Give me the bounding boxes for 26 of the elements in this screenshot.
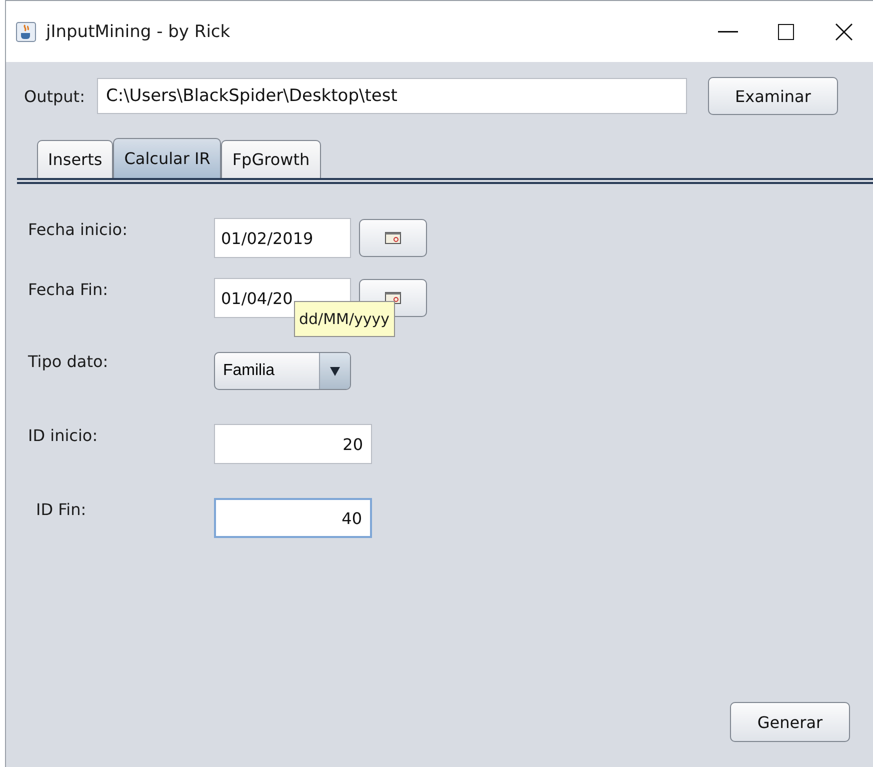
dropdown-arrow-icon [330, 366, 340, 376]
coffee-cup-icon [16, 22, 36, 42]
tab[interactable]: FpGrowth [221, 140, 321, 178]
browse-button[interactable]: Examinar [708, 77, 838, 115]
maximize-icon [778, 24, 794, 40]
window-title: jInputMining - by Rick [46, 22, 232, 42]
minimize-icon [718, 30, 738, 32]
output-label: Output: [24, 86, 85, 106]
calendar-button[interactable] [359, 219, 427, 257]
date-field[interactable]: 01/02/2019 [214, 218, 351, 258]
field-label: Fecha Fin: [28, 279, 110, 299]
calendar-icon [385, 292, 401, 304]
output-path-field[interactable]: C:\Users\BlackSpider\Desktop\test [96, 78, 687, 114]
number-field[interactable]: 20 [214, 424, 372, 464]
format-tooltip: dd/MM/yyyy [294, 301, 395, 337]
field-label: ID Fin: [35, 499, 88, 519]
number-field[interactable]: 40 [214, 498, 372, 538]
close-icon [835, 22, 853, 40]
tab[interactable]: Inserts [37, 140, 114, 178]
generate-button[interactable]: Generar [730, 702, 850, 742]
field-label: Tipo dato: [28, 351, 110, 371]
calendar-icon [385, 232, 401, 244]
field-label: ID inicio: [28, 425, 99, 445]
field-label: Fecha inicio: [28, 219, 128, 239]
tab[interactable]: Calcular IR [113, 138, 222, 178]
type-dropdown[interactable]: Familia [214, 352, 351, 390]
